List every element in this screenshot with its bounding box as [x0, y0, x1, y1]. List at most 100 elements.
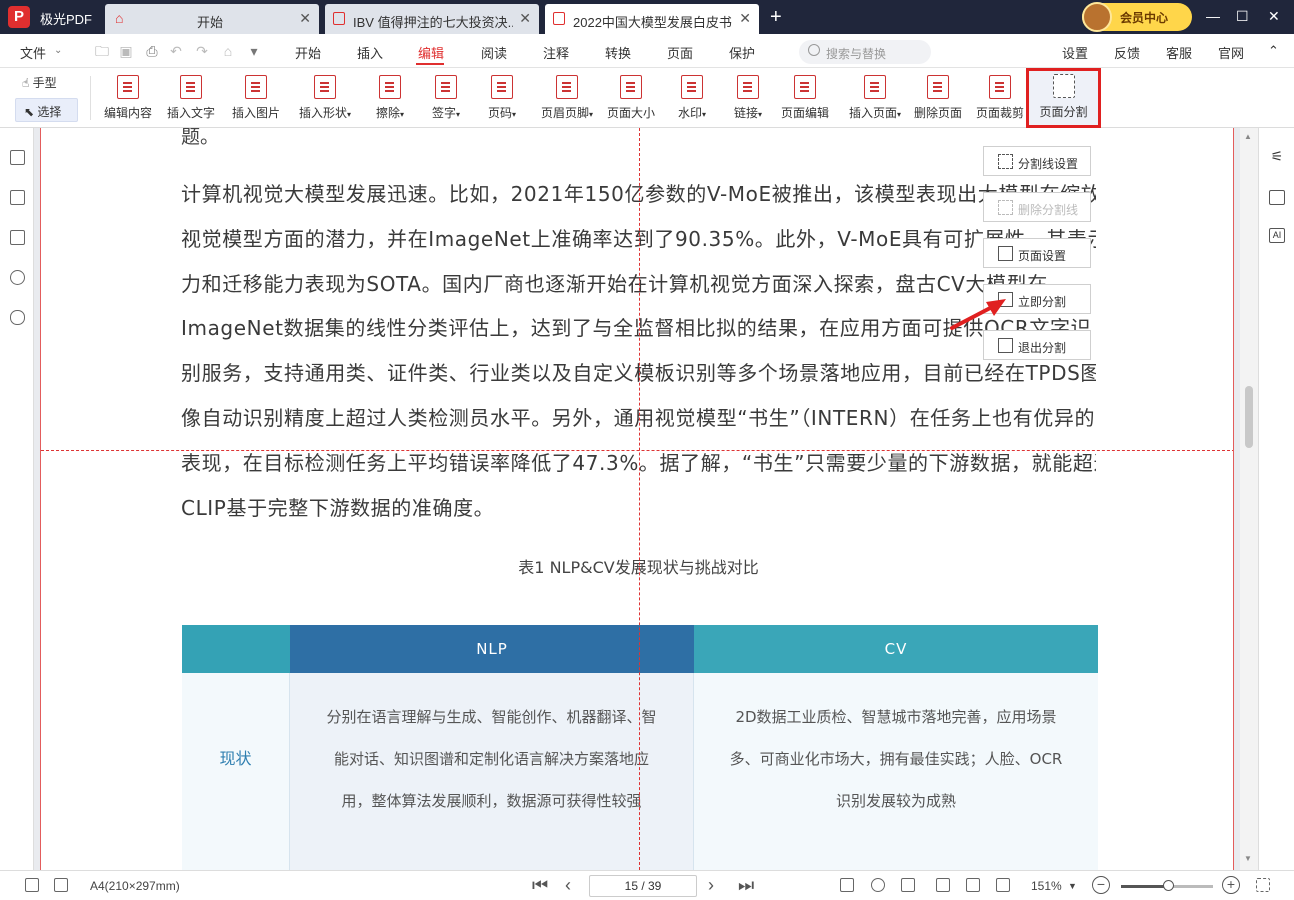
- menu-page[interactable]: 页面: [667, 43, 693, 62]
- print-icon[interactable]: ⎙: [144, 43, 160, 59]
- single-page-icon[interactable]: [840, 878, 854, 892]
- crop-page-button[interactable]: 页面裁剪: [974, 72, 1026, 126]
- page-number-input[interactable]: 15 / 39: [589, 875, 697, 897]
- delete-page-button[interactable]: 删除页面: [912, 72, 964, 126]
- menu-edit[interactable]: 编辑: [418, 43, 444, 62]
- exit-split-button[interactable]: 退出分割: [983, 330, 1091, 360]
- tab-whitepaper[interactable]: 2022中国大模型发展白皮书... ✕: [545, 4, 759, 34]
- hand-tool[interactable]: ☝ 手型: [22, 74, 57, 91]
- maximize-icon[interactable]: ☐: [1236, 8, 1249, 25]
- new-tab-button[interactable]: +: [770, 6, 782, 29]
- active-menu-indicator: [416, 63, 444, 65]
- insert-text-icon: [180, 75, 202, 99]
- next-doc-icon[interactable]: [54, 878, 68, 892]
- tab-home[interactable]: ⌂ 开始 ✕: [105, 4, 319, 34]
- save-icon[interactable]: ▣: [118, 43, 134, 59]
- zoom-slider-handle[interactable]: [1163, 880, 1174, 891]
- insert-image-button[interactable]: 插入图片: [228, 72, 284, 126]
- sliders-icon[interactable]: ⚟: [1269, 149, 1285, 165]
- vertical-split-line[interactable]: [639, 128, 640, 870]
- redo-icon[interactable]: ↷: [194, 43, 210, 59]
- support-link[interactable]: 客服: [1166, 43, 1192, 62]
- home-icon[interactable]: ⌂: [220, 43, 236, 59]
- table-header-cv: CV: [694, 625, 1098, 673]
- first-page-icon[interactable]: ⏮: [532, 875, 548, 896]
- insert-shape-icon: [314, 75, 336, 99]
- search-icon[interactable]: [10, 270, 25, 285]
- bookmark-icon[interactable]: [10, 150, 25, 165]
- menu-annotate[interactable]: 注释: [543, 43, 569, 62]
- next-page-icon[interactable]: ›: [708, 875, 714, 896]
- close-window-icon[interactable]: ✕: [1268, 8, 1280, 25]
- undo-icon[interactable]: ↶: [168, 43, 184, 59]
- sign-button[interactable]: 签字▾: [426, 72, 466, 126]
- website-link[interactable]: 官网: [1218, 43, 1244, 62]
- insert-text-button[interactable]: 插入文字: [163, 72, 219, 126]
- close-icon[interactable]: ✕: [519, 10, 531, 27]
- page-settings-button[interactable]: 页面设置: [983, 238, 1091, 268]
- menu-insert[interactable]: 插入: [357, 43, 383, 62]
- last-page-icon[interactable]: ⏭: [738, 875, 754, 896]
- edit-content-button[interactable]: 编辑内容: [100, 72, 156, 126]
- comment-icon[interactable]: [10, 230, 25, 245]
- continuous-view-icon[interactable]: [936, 878, 950, 892]
- zoom-level[interactable]: 151%: [1031, 879, 1062, 893]
- minimize-icon[interactable]: —: [1206, 8, 1220, 24]
- page-split-button[interactable]: 页面分割: [1026, 68, 1101, 128]
- chevron-down-icon[interactable]: ⌄: [54, 45, 62, 56]
- page-size-label: A4(210×297mm): [90, 879, 180, 893]
- chevron-down-icon[interactable]: ▾: [246, 43, 262, 59]
- erase-button[interactable]: 擦除▾: [370, 72, 410, 126]
- zoom-in-icon[interactable]: +: [1222, 876, 1240, 894]
- thumbnails-icon[interactable]: [10, 190, 25, 205]
- chevron-down-icon[interactable]: ▼: [1068, 881, 1077, 891]
- search-placeholder: 搜索与替换: [826, 47, 887, 61]
- page-edit-button[interactable]: 页面编辑: [778, 72, 832, 126]
- menu-protect[interactable]: 保护: [729, 43, 755, 62]
- vertical-scrollbar[interactable]: ▲ ▼: [1240, 128, 1258, 870]
- close-icon[interactable]: ✕: [299, 10, 311, 27]
- vip-label: 会员中心: [1120, 11, 1169, 25]
- home-icon: ⌂: [115, 10, 124, 26]
- chevron-up-icon[interactable]: ⌃: [1268, 43, 1279, 59]
- split-line-settings-button[interactable]: 分割线设置: [983, 146, 1091, 176]
- horizontal-split-line[interactable]: [41, 450, 1233, 451]
- page-number-button[interactable]: 页码▾: [482, 72, 522, 126]
- feedback-link[interactable]: 反馈: [1114, 43, 1140, 62]
- fullscreen-icon[interactable]: [1256, 878, 1270, 892]
- prev-doc-icon[interactable]: [25, 878, 39, 892]
- watermark-button[interactable]: 水印▾: [672, 72, 712, 126]
- search-input[interactable]: 搜索与替换: [799, 40, 931, 64]
- close-icon[interactable]: ✕: [739, 10, 751, 27]
- fit-page-icon[interactable]: [871, 878, 885, 892]
- left-sidebar: [0, 128, 34, 870]
- vip-center-button[interactable]: 会员中心: [1082, 2, 1192, 32]
- page-size-button[interactable]: 页面大小: [604, 72, 658, 126]
- file-menu[interactable]: 文件: [20, 43, 46, 62]
- chat-icon[interactable]: [1269, 190, 1285, 205]
- menu-start[interactable]: 开始: [295, 43, 321, 62]
- select-tool[interactable]: ⬉ 选择: [15, 98, 78, 122]
- scrollbar-thumb[interactable]: [1245, 386, 1253, 448]
- attachment-icon[interactable]: [10, 310, 25, 325]
- insert-shape-button[interactable]: 插入形状▾: [293, 72, 357, 126]
- header-footer-button[interactable]: 页眉页脚▾: [537, 72, 597, 126]
- ai-icon[interactable]: AI: [1269, 228, 1285, 243]
- prev-page-icon[interactable]: ‹: [565, 875, 571, 896]
- menu-read[interactable]: 阅读: [481, 43, 507, 62]
- two-page-view-icon[interactable]: [996, 878, 1010, 892]
- tab-ibv[interactable]: IBV 值得押注的七大投资决... ✕: [325, 4, 539, 34]
- fit-width-icon[interactable]: [901, 878, 915, 892]
- delete-split-line-button[interactable]: 删除分割线: [983, 192, 1091, 222]
- insert-page-button[interactable]: 插入页面▾: [845, 72, 905, 126]
- watermark-icon: [681, 75, 703, 99]
- link-button[interactable]: 链接▾: [728, 72, 768, 126]
- scroll-up-icon[interactable]: ▲: [1244, 132, 1252, 141]
- scroll-down-icon[interactable]: ▼: [1244, 854, 1252, 863]
- menu-convert[interactable]: 转换: [605, 43, 631, 62]
- reading-view-icon[interactable]: [966, 878, 980, 892]
- tab-label: 2022中国大模型发展白皮书...: [573, 15, 733, 30]
- open-folder-icon[interactable]: 🗀: [94, 43, 110, 59]
- zoom-out-icon[interactable]: −: [1092, 876, 1110, 894]
- settings-link[interactable]: 设置: [1062, 43, 1088, 62]
